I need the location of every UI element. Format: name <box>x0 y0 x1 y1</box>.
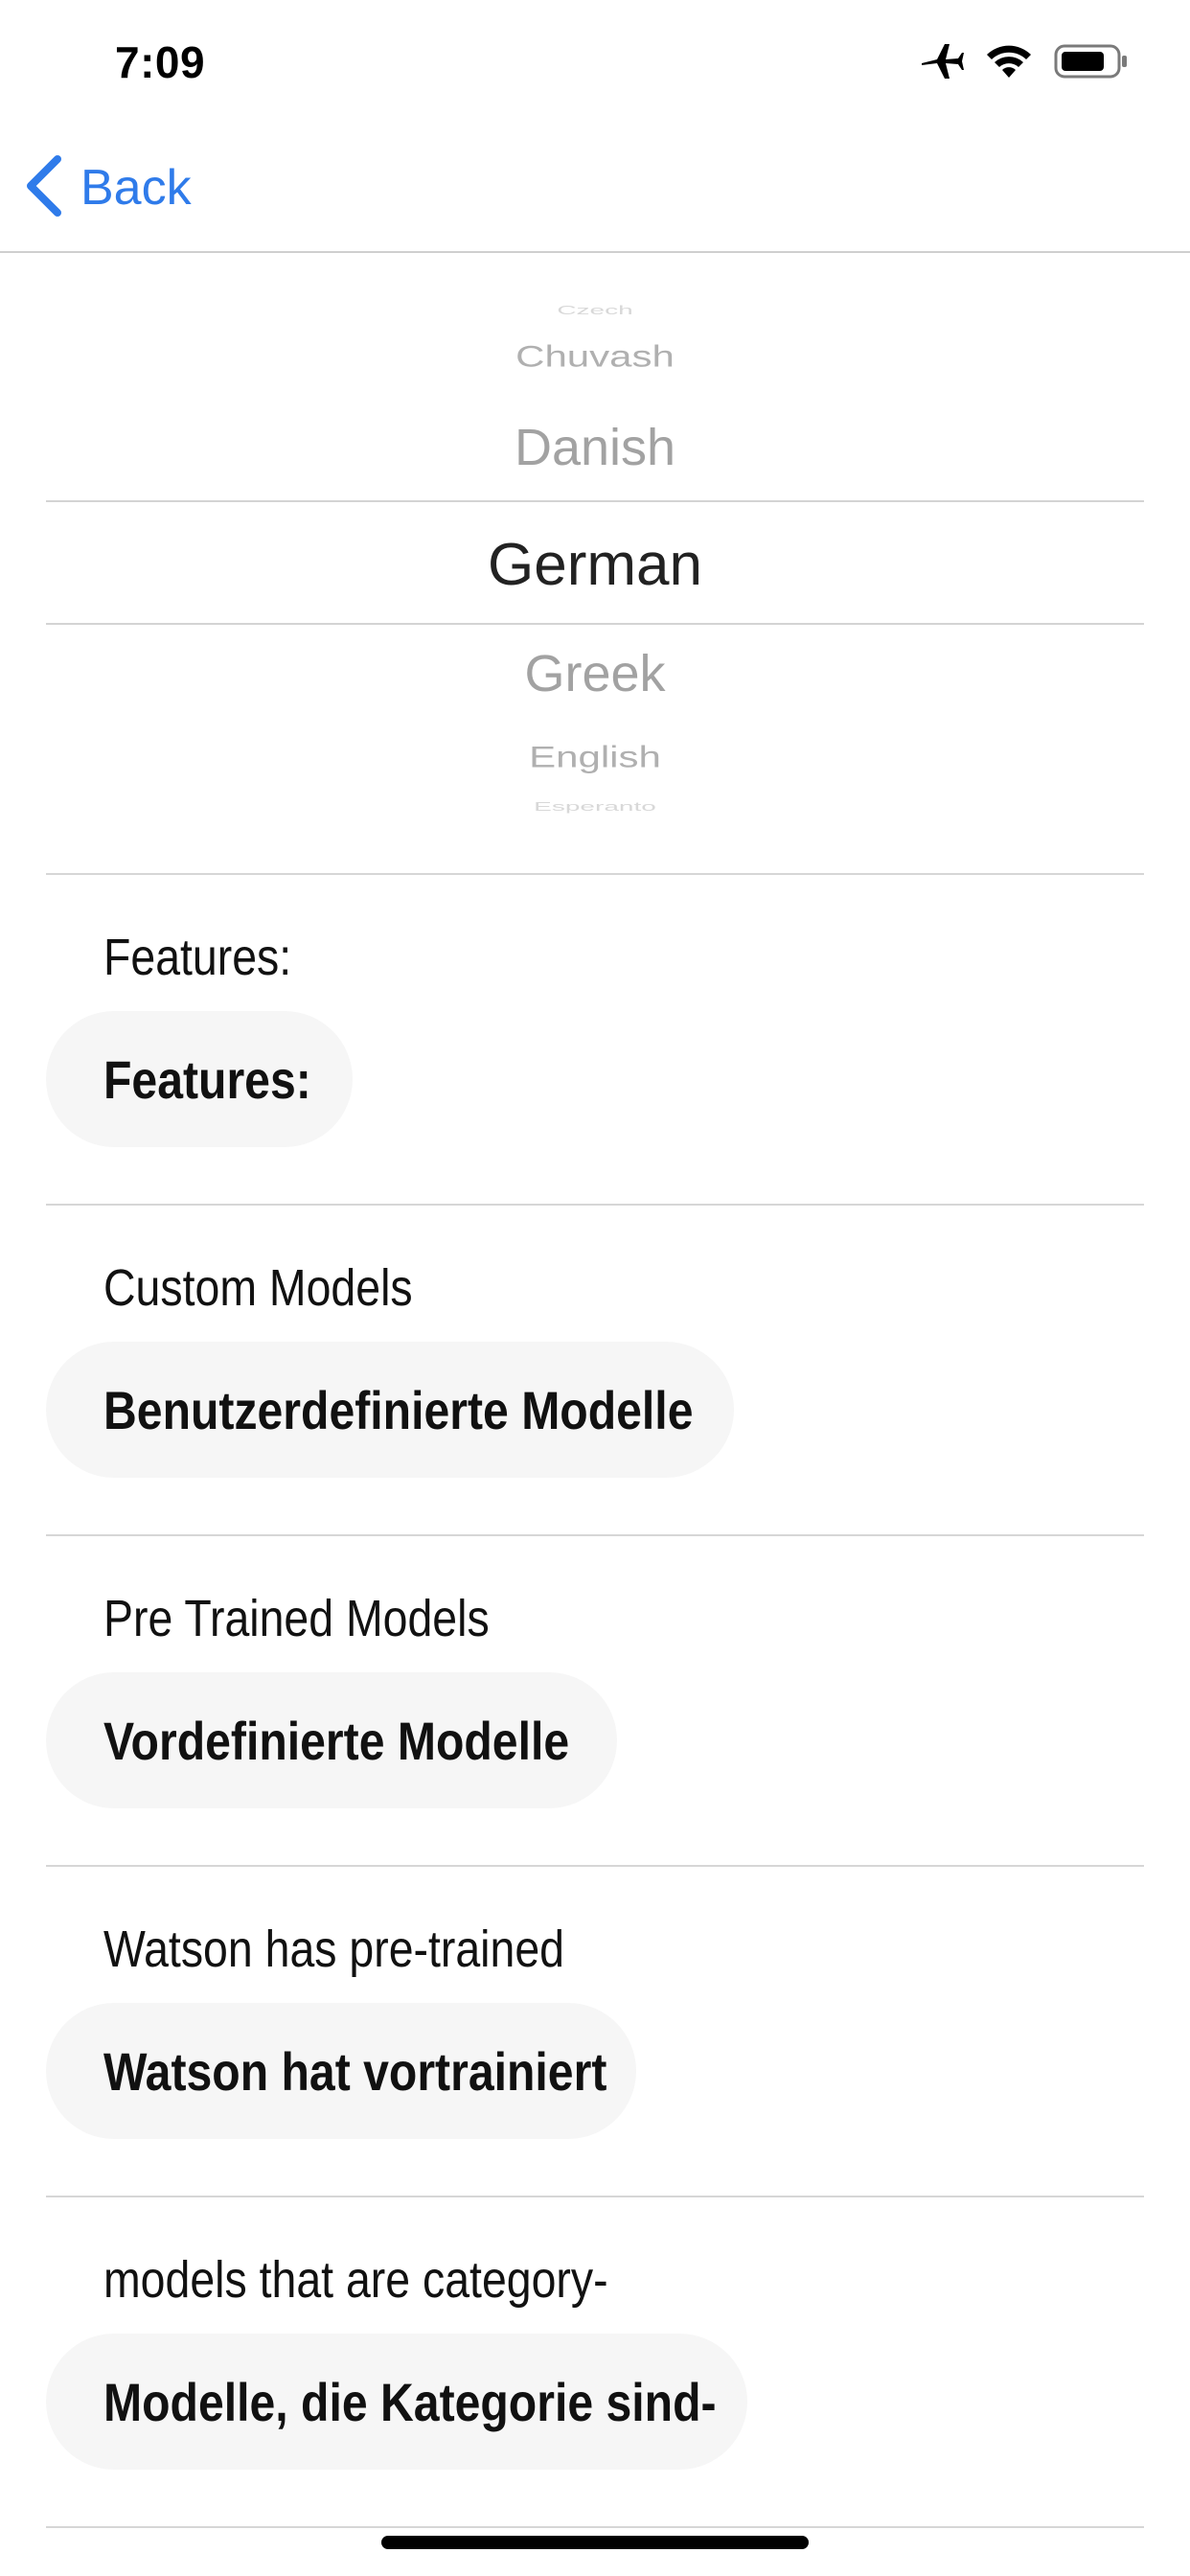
picker-selected-item[interactable]: German <box>46 531 1144 599</box>
source-text: Custom Models <box>103 1259 413 1317</box>
home-indicator[interactable] <box>381 2536 809 2549</box>
row-divider <box>46 1865 1144 1867</box>
wifi-icon <box>985 43 1033 84</box>
source-text: models that are category- <box>103 2251 608 2309</box>
translation-field[interactable]: Features: <box>46 1011 353 1147</box>
picker-item[interactable]: Danish <box>46 418 1144 477</box>
picker-item[interactable]: English <box>46 740 1144 774</box>
airplane-icon <box>920 42 964 85</box>
battery-icon <box>1054 43 1129 84</box>
translation-text: Watson hat vortrainiert <box>103 2040 607 2102</box>
language-picker[interactable]: Czech Chuvash Danish German Greek Englis… <box>46 253 1144 874</box>
source-text: Features: <box>103 929 292 986</box>
translation-field[interactable]: Benutzerdefinierte Modelle <box>46 1342 734 1478</box>
back-button[interactable]: Back <box>25 153 192 222</box>
row-divider <box>46 1534 1144 1536</box>
translation-text: Benutzerdefinierte Modelle <box>103 1379 694 1440</box>
translation-field[interactable]: Modelle, die Kategorie sind- <box>46 2334 747 2470</box>
picker-bottom-divider <box>46 873 1144 875</box>
status-icons <box>920 42 1129 85</box>
row-divider <box>46 1204 1144 1206</box>
translation-text: Modelle, die Kategorie sind- <box>103 2371 717 2432</box>
translation-field[interactable]: Watson hat vortrainiert <box>46 2003 636 2139</box>
picker-selection-top <box>46 500 1144 502</box>
picker-selection-bottom <box>46 623 1144 625</box>
translation-field[interactable]: Vordefinierte Modelle <box>46 1672 617 1808</box>
status-time: 7:09 <box>115 37 206 87</box>
picker-item[interactable]: Greek <box>46 644 1144 703</box>
picker-item[interactable]: Chuvash <box>46 339 1144 374</box>
source-text: Pre Trained Models <box>103 1590 490 1647</box>
row-divider <box>46 2196 1144 2197</box>
translation-text: Features: <box>103 1048 311 1110</box>
back-label: Back <box>80 160 192 216</box>
row-divider <box>46 2526 1144 2528</box>
translation-text: Vordefinierte Modelle <box>103 1710 570 1771</box>
source-text: Watson has pre-trained <box>103 1920 564 1978</box>
picker-item[interactable]: Czech <box>46 304 1144 317</box>
chevron-left-icon <box>25 154 63 221</box>
picker-item[interactable]: Esperanto <box>46 800 1144 814</box>
